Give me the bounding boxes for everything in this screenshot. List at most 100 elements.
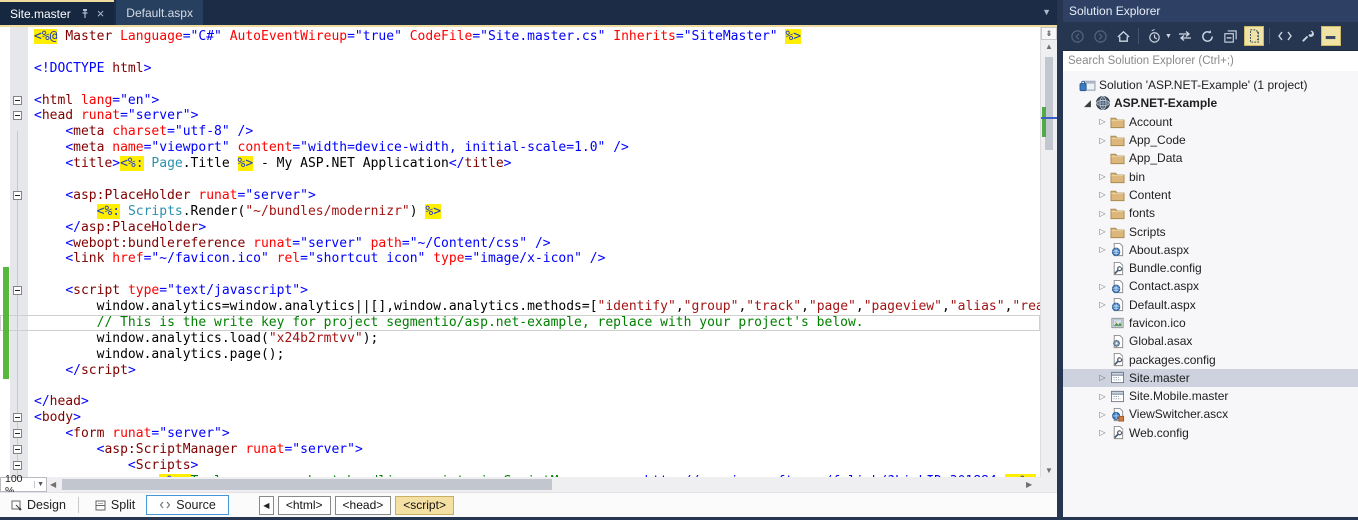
tab-default-aspx[interactable]: Default.aspx	[116, 0, 203, 25]
tree-item-viewswitcher-ascx[interactable]: ▷ViewSwitcher.ascx	[1063, 405, 1358, 423]
code-line[interactable]	[0, 267, 1040, 283]
refresh-icon[interactable]	[1198, 26, 1218, 46]
tree-item-default-aspx[interactable]: ▷Default.aspx	[1063, 296, 1358, 314]
code-line[interactable]: <asp:ScriptManager runat="server">	[0, 442, 1040, 458]
scroll-left-icon[interactable]: ◀	[50, 480, 56, 489]
show-all-files-icon[interactable]	[1244, 26, 1264, 46]
search-input[interactable]	[1063, 51, 1358, 71]
tag-navigator-item[interactable]: <script>	[395, 496, 454, 515]
tag-navigator-back-icon[interactable]: ◀	[259, 496, 274, 515]
fold-collapse-icon[interactable]	[13, 286, 22, 295]
code-line[interactable]: </script>	[0, 363, 1040, 379]
fold-collapse-icon[interactable]	[13, 111, 22, 120]
vertical-scrollbar[interactable]: ⇟ ▲ ▼	[1040, 27, 1057, 477]
code-line[interactable]: <Scripts>	[0, 458, 1040, 474]
tree-item-contact-aspx[interactable]: ▷Contact.aspx	[1063, 277, 1358, 295]
code-line[interactable]	[0, 77, 1040, 93]
fold-collapse-icon[interactable]	[13, 96, 22, 105]
code-line[interactable]: <asp:PlaceHolder runat="server">	[0, 188, 1040, 204]
split-window-handle[interactable]: ⇟	[1041, 27, 1057, 40]
expander-icon[interactable]: ▷	[1096, 209, 1109, 218]
chevron-down-icon[interactable]: ▼	[34, 481, 46, 488]
code-line[interactable]: window.analytics.load("x24b2rmtvv");	[0, 331, 1040, 347]
tree-item-scripts[interactable]: ▷Scripts	[1063, 222, 1358, 240]
code-editor[interactable]: <%@ Master Language="C#" AutoEventWireup…	[0, 27, 1040, 477]
fold-collapse-icon[interactable]	[13, 461, 22, 470]
properties-wrench-icon[interactable]	[1298, 26, 1318, 46]
pending-changes-filter-icon[interactable]	[1144, 26, 1164, 46]
back-icon[interactable]	[1067, 26, 1087, 46]
collapse-all-icon[interactable]	[1221, 26, 1241, 46]
tree-item-asp-net-example[interactable]: ◢ASP.NET-Example	[1063, 94, 1358, 112]
tree-item-global-asax[interactable]: Global.asax	[1063, 332, 1358, 350]
tab-site-master[interactable]: Site.master ×	[0, 0, 114, 25]
vertical-scrollbar-thumb[interactable]	[1045, 57, 1053, 150]
view-code-icon[interactable]	[1275, 26, 1295, 46]
sync-with-active-document-icon[interactable]	[1175, 26, 1195, 46]
code-line[interactable]: window.analytics=window.analytics||[],wi…	[0, 299, 1040, 315]
tree-item-content[interactable]: ▷Content	[1063, 186, 1358, 204]
scroll-right-icon[interactable]: ▶	[1026, 480, 1032, 489]
code-line[interactable]: // This is the write key for project seg…	[0, 315, 1040, 331]
expander-icon[interactable]: ▷	[1096, 373, 1109, 382]
code-line[interactable]	[0, 45, 1040, 61]
tree-item-bundle-config[interactable]: Bundle.config	[1063, 259, 1358, 277]
forward-icon[interactable]	[1090, 26, 1110, 46]
code-line[interactable]: <script type="text/javascript">	[0, 283, 1040, 299]
document-list-dropdown-icon[interactable]: ▼	[1042, 7, 1051, 17]
code-line[interactable]: <body>	[0, 410, 1040, 426]
code-line[interactable]: </head>	[0, 394, 1040, 410]
tree-item-account[interactable]: ▷Account	[1063, 113, 1358, 131]
fold-collapse-icon[interactable]	[13, 445, 22, 454]
home-icon[interactable]	[1113, 26, 1133, 46]
tag-navigator-item[interactable]: <html>	[278, 496, 331, 515]
panel-title[interactable]: Solution Explorer	[1063, 0, 1358, 22]
horizontal-scrollbar-thumb[interactable]	[62, 479, 552, 490]
tree-item-packages-config[interactable]: packages.config	[1063, 350, 1358, 368]
code-line[interactable]: <meta charset="utf-8" />	[0, 124, 1040, 140]
code-line[interactable]: <head runat="server">	[0, 108, 1040, 124]
code-line[interactable]: <html lang="en">	[0, 93, 1040, 109]
tree-item-fonts[interactable]: ▷fonts	[1063, 204, 1358, 222]
expander-icon[interactable]: ▷	[1096, 282, 1109, 291]
tree-item-about-aspx[interactable]: ▷About.aspx	[1063, 241, 1358, 259]
expander-icon[interactable]: ▷	[1096, 245, 1109, 254]
split-view-button[interactable]: Split	[88, 496, 142, 514]
close-icon[interactable]: ×	[97, 9, 105, 19]
code-line[interactable]: <webopt:bundlereference runat="server" p…	[0, 236, 1040, 252]
tree-item-site-mobile-master[interactable]: ▷Site.Mobile.master	[1063, 387, 1358, 405]
expander-icon[interactable]: ▷	[1096, 300, 1109, 309]
expander-icon[interactable]: ▷	[1096, 136, 1109, 145]
code-line[interactable]	[0, 172, 1040, 188]
expander-icon[interactable]: ◢	[1081, 98, 1094, 109]
pin-icon[interactable]	[80, 8, 90, 19]
zoom-level-select[interactable]: 100 % ▼	[0, 477, 47, 492]
code-line[interactable]: <link href="~/favicon.ico" rel="shortcut…	[0, 251, 1040, 267]
expander-icon[interactable]: ▷	[1096, 227, 1109, 236]
code-line[interactable]: <%@ Master Language="C#" AutoEventWireup…	[0, 29, 1040, 45]
expander-icon[interactable]: ▷	[1096, 410, 1109, 419]
code-line[interactable]: <title><%: Page.Title %> - My ASP.NET Ap…	[0, 156, 1040, 172]
scroll-down-icon[interactable]: ▼	[1041, 466, 1057, 475]
tree-item-site-master[interactable]: ▷Site.master	[1063, 369, 1358, 387]
expander-icon[interactable]: ▷	[1096, 117, 1109, 126]
code-line[interactable]: window.analytics.page();	[0, 347, 1040, 363]
code-line[interactable]: <!DOCTYPE html>	[0, 61, 1040, 77]
expander-icon[interactable]: ▷	[1096, 428, 1109, 437]
scroll-up-icon[interactable]: ▲	[1041, 42, 1057, 51]
code-line[interactable]: </asp:PlaceHolder>	[0, 220, 1040, 236]
tag-navigator-item[interactable]: <head>	[335, 496, 392, 515]
tree-item-app-code[interactable]: ▷App_Code	[1063, 131, 1358, 149]
fold-collapse-icon[interactable]	[13, 191, 22, 200]
preview-selected-items-icon[interactable]	[1321, 26, 1341, 46]
expander-icon[interactable]: ▷	[1096, 392, 1109, 401]
code-line[interactable]	[0, 379, 1040, 395]
fold-collapse-icon[interactable]	[13, 429, 22, 438]
expander-icon[interactable]: ▷	[1096, 190, 1109, 199]
source-view-button[interactable]: Source	[146, 495, 229, 515]
tree-item-bin[interactable]: ▷bin	[1063, 167, 1358, 185]
code-line[interactable]: <meta name="viewport" content="width=dev…	[0, 140, 1040, 156]
code-line[interactable]: <%: Scripts.Render("~/bundles/modernizr"…	[0, 204, 1040, 220]
expander-icon[interactable]: ▷	[1096, 172, 1109, 181]
tree-item-solution-asp-net-example-1-project-[interactable]: Solution 'ASP.NET-Example' (1 project)	[1063, 76, 1358, 94]
